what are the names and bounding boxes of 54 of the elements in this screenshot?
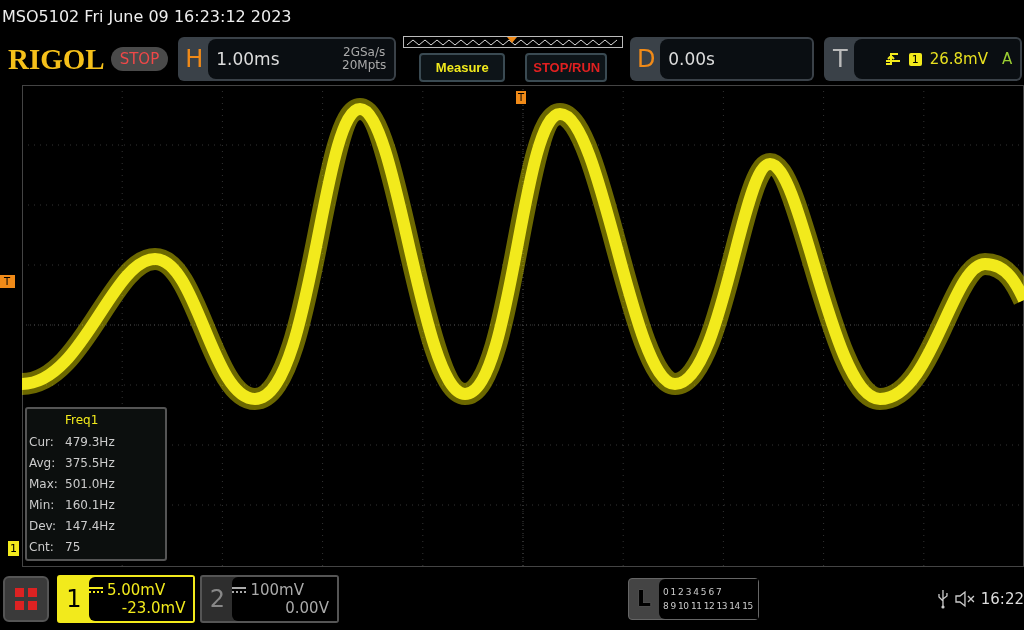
run-state-badge: STOP xyxy=(110,47,169,71)
trigger-mode: A xyxy=(1001,50,1013,68)
dc-coupling-icon xyxy=(88,586,103,593)
channel-panel[interactable]: 2 100mV 0.00V xyxy=(200,574,339,623)
trigger-level: 26.8mV xyxy=(929,50,988,68)
statistic-value: 501.0Hz xyxy=(65,476,115,491)
delay-label: D xyxy=(636,44,657,75)
usb-icon xyxy=(936,588,949,609)
statistic-label: Dev: xyxy=(28,518,58,533)
menu-icon xyxy=(13,586,38,611)
logic-channels: 8 9 10 11 12 13 14 15 xyxy=(662,600,754,611)
statistic-label: Cur: xyxy=(28,434,55,449)
horizontal-label: H xyxy=(184,44,205,75)
statistic-label: Min: xyxy=(28,497,56,512)
model-date-text: MSO5102 Fri June 09 16:23:12 2023 xyxy=(1,6,293,28)
trigger-source-badge: 1 xyxy=(908,52,922,66)
speaker-muted-icon xyxy=(953,589,976,608)
statistic-value: 479.3Hz xyxy=(65,434,115,449)
vertical-offset: 0.00V xyxy=(285,598,329,617)
channel-number: 1 xyxy=(65,583,83,615)
vertical-scale: 5.00mV xyxy=(106,580,166,599)
dc-coupling-icon xyxy=(232,586,247,593)
main-menu-button[interactable] xyxy=(3,575,49,622)
trigger-panel[interactable]: T 1 26.8mV A xyxy=(824,37,1023,81)
trigger-level-marker: T xyxy=(0,275,16,288)
logic-panel[interactable]: L 0 1 2 3 4 5 6 7 8 9 10 11 12 13 14 15 xyxy=(627,577,760,620)
channel-number: 2 xyxy=(208,583,227,615)
vertical-scale: 100mV xyxy=(250,580,304,599)
memory-depth: 20Mpts xyxy=(342,59,387,72)
logic-label: L xyxy=(635,585,652,613)
channel-panel[interactable]: 1 5.00mV -23.0mV xyxy=(56,574,196,623)
rising-edge-icon xyxy=(884,51,901,67)
statistic-label: Cnt: xyxy=(28,539,55,554)
trigger-label: T xyxy=(831,44,849,75)
trigger-position-marker: T xyxy=(516,91,527,104)
menu-button[interactable]: STOP/RUN xyxy=(525,53,608,82)
statistic-value: 147.4Hz xyxy=(65,518,115,533)
channel-marker: 1 xyxy=(8,541,19,556)
delay-value: 0.00s xyxy=(668,49,715,69)
statistic-label: Avg: xyxy=(28,455,57,470)
clock-time: 16:22 xyxy=(980,589,1024,608)
vertical-offset: -23.0mV xyxy=(121,598,186,617)
measurement-title: Freq1 xyxy=(64,412,100,429)
statistic-value: 160.1Hz xyxy=(65,497,115,512)
horizontal-panel[interactable]: H 1.00ms 2GSa/s 20Mpts xyxy=(178,37,397,81)
logic-channels: 0 1 2 3 4 5 6 7 xyxy=(662,586,723,597)
statistic-value: 75 xyxy=(65,539,81,554)
menu-button[interactable]: Measure xyxy=(419,53,506,82)
delay-panel[interactable]: D 0.00s xyxy=(630,37,815,81)
brand-logo: RIGOL xyxy=(8,42,105,76)
timebase-value: 1.00ms xyxy=(216,49,280,69)
statistic-label: Max: xyxy=(28,476,59,491)
statistic-value: 375.5Hz xyxy=(65,455,115,470)
sample-rate: 2GSa/s xyxy=(343,46,386,59)
